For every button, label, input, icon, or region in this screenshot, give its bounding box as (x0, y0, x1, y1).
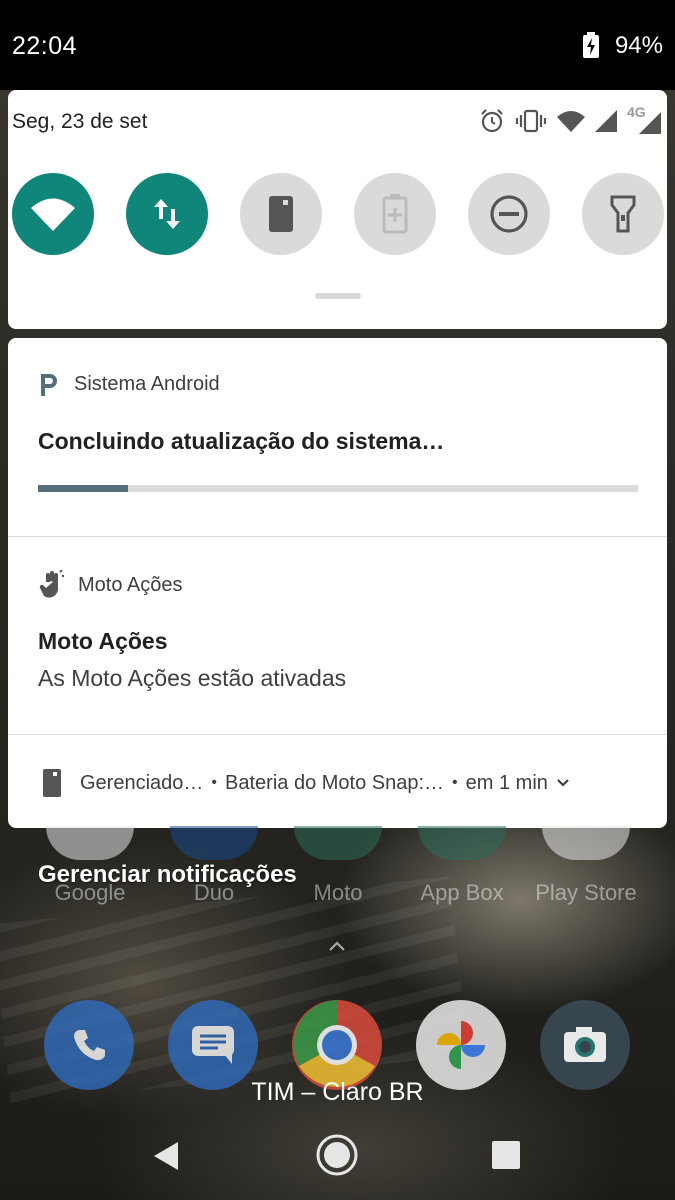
notification-app-name: Gerenciado… (80, 771, 204, 794)
app-label-play-store[interactable]: Play Store (521, 880, 651, 906)
clock: 22:04 (12, 32, 78, 60)
battery-charging-icon (583, 32, 599, 58)
battery-saver-icon (382, 194, 408, 234)
tile-do-not-disturb[interactable] (468, 173, 550, 255)
tile-flashlight[interactable] (582, 173, 664, 255)
manage-notifications-link[interactable]: Gerenciar notificações (38, 861, 297, 889)
camera-icon[interactable] (540, 1000, 630, 1090)
chevron-up-icon[interactable] (328, 940, 346, 952)
notification-header: Sistema Android (38, 371, 220, 397)
notification-time: em 1 min (465, 771, 548, 794)
tile-mobile-data[interactable] (126, 173, 208, 255)
notification-collapsed[interactable]: Gerenciado… • Bateria do Moto Snap:… • e… (42, 768, 570, 798)
notification-title: Concluindo atualização do sistema… (38, 428, 445, 454)
status-bar: 22:04 94% (0, 0, 675, 90)
tile-wifi[interactable] (12, 173, 94, 255)
play-store-icon[interactable] (542, 826, 630, 860)
google-icon[interactable] (46, 826, 134, 860)
separator: • (452, 774, 458, 791)
app-box-icon[interactable] (418, 826, 506, 860)
home-icon[interactable] (315, 1133, 359, 1177)
notification-app-name: Moto Ações (78, 573, 183, 596)
photos-icon[interactable] (416, 1000, 506, 1090)
data-transfer-icon (154, 199, 180, 229)
duo-icon[interactable] (170, 826, 258, 860)
android-p-icon (41, 374, 57, 396)
tile-battery-saver[interactable] (354, 173, 436, 255)
tile-auto-rotate[interactable] (240, 173, 322, 255)
notification-app-name: Sistema Android (74, 372, 220, 395)
wifi-icon (31, 198, 75, 231)
hand-gesture-icon (39, 570, 64, 598)
update-progress-fill (38, 485, 128, 492)
chevron-down-icon[interactable] (556, 778, 570, 788)
update-progress-bar (38, 485, 638, 492)
app-label-app-box[interactable]: App Box (397, 880, 527, 906)
flashlight-icon (610, 195, 636, 233)
qs-date[interactable]: Seg, 23 de set (12, 110, 147, 134)
cell-signal-icon (595, 110, 617, 132)
moto-icon[interactable] (294, 826, 382, 860)
notification-system-update[interactable]: Sistema Android Concluindo atualização d… (8, 338, 667, 536)
notifications-panel: Sistema Android Concluindo atualização d… (8, 338, 667, 828)
notification-moto-actions[interactable]: Moto Ações Moto Ações As Moto Ações estã… (8, 537, 667, 733)
chrome-icon[interactable] (292, 1000, 382, 1090)
notification-title: Moto Ações (38, 628, 168, 654)
alarm-icon (481, 109, 503, 133)
quick-settings-panel: Seg, 23 de set 4G (8, 90, 667, 329)
notification-text: Bateria do Moto Snap:… (225, 771, 445, 794)
cell-signal-4g-icon: 4G (627, 104, 661, 134)
phone-icon (43, 769, 61, 797)
vibrate-icon (515, 109, 547, 133)
qs-drag-handle[interactable] (315, 293, 361, 299)
do-not-disturb-icon (490, 195, 528, 233)
quick-settings-tiles (12, 173, 664, 257)
phone-icon[interactable] (44, 1000, 134, 1090)
phone-icon (269, 196, 293, 232)
carrier-label: TIM – Claro BR (251, 1078, 424, 1106)
navigation-bar (0, 1120, 675, 1200)
battery-percent: 94% (614, 32, 663, 59)
notification-text: As Moto Ações estão ativadas (38, 665, 347, 691)
divider (8, 734, 667, 735)
recents-icon[interactable] (492, 1141, 520, 1169)
back-icon[interactable] (152, 1140, 180, 1172)
messages-icon[interactable] (168, 1000, 258, 1090)
separator: • (211, 774, 218, 791)
wifi-signal-icon (557, 111, 585, 132)
qs-status-icons: 4G (479, 104, 661, 134)
notification-header: Moto Ações (38, 570, 183, 600)
